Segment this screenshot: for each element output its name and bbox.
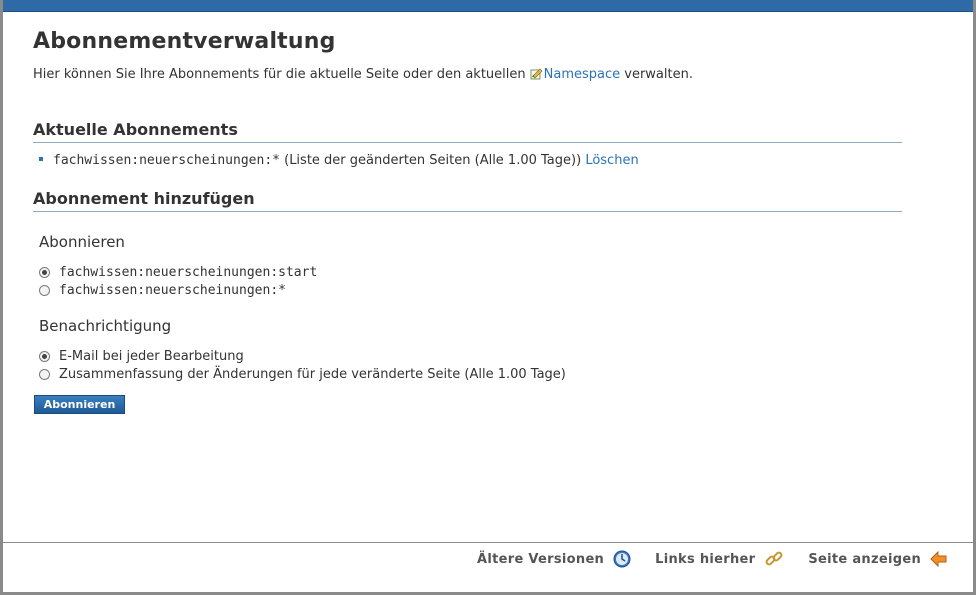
namespace-icon [530,68,543,80]
subscribe-option-start[interactable]: fachwissen:neuerscheinungen:start [39,263,317,281]
page-actions: Ältere Versionen Links hierher Seite anz… [453,549,948,569]
option-label: fachwissen:neuerscheinungen:start [59,264,318,280]
chain-link-icon [765,551,783,566]
radio-button-selected[interactable] [39,350,50,362]
notify-option-digest[interactable]: Zusammenfassung der Änderungen für jede … [39,365,566,383]
backlinks-link[interactable]: Links hierher [655,549,784,569]
main-content: Abonnementverwaltung Hier können Sie Ihr… [33,29,902,414]
bullet-icon [39,157,43,161]
intro-paragraph: Hier können Sie Ihre Abonnements für die… [33,67,902,82]
current-subscriptions-heading: Aktuelle Abonnements [33,120,902,143]
option-label: Zusammenfassung der Änderungen für jede … [59,366,566,382]
show-page-label: Seite anzeigen [808,551,921,567]
subscribe-legend: Abonnieren [39,233,125,251]
subscription-description: (Liste der geänderten Seiten (Alle 1.00 … [279,153,582,168]
intro-suffix: verwalten. [620,67,693,82]
show-page-link[interactable]: Seite anzeigen [808,550,948,568]
old-revisions-label: Ältere Versionen [476,551,605,567]
option-label: E-Mail bei jeder Bearbeitung [59,348,244,364]
footer-divider [3,542,973,543]
subscribe-option-namespace[interactable]: fachwissen:neuerscheinungen:* [39,281,317,299]
page-title: Abonnementverwaltung [33,29,336,54]
notify-option-every-edit[interactable]: E-Mail bei jeder Bearbeitung [39,347,566,365]
radio-button[interactable] [39,284,50,296]
radio-button[interactable] [39,368,50,380]
intro-text: Hier können Sie Ihre Abonnements für die… [33,67,526,82]
option-label: fachwissen:neuerscheinungen:* [59,282,286,298]
subscribe-button[interactable]: Abonnieren [34,395,125,414]
add-subscription-heading: Abonnement hinzufügen [33,189,902,212]
backlinks-label: Links hierher [655,551,756,567]
notification-fieldset: Benachrichtigung E-Mail bei jeder Bearbe… [39,317,566,383]
notification-legend: Benachrichtigung [39,317,172,335]
back-arrow-icon [930,550,947,568]
radio-button-selected[interactable] [39,266,50,278]
current-subscriptions-list: fachwissen:neuerscheinungen:* (Liste der… [39,153,639,168]
old-revisions-link[interactable]: Ältere Versionen [477,550,631,568]
subscribe-fieldset: Abonnieren fachwissen:neuerscheinungen:s… [39,233,317,299]
delete-subscription-link[interactable]: Löschen [585,153,638,168]
list-item: fachwissen:neuerscheinungen:* (Liste der… [39,153,639,168]
subscription-target: fachwissen:neuerscheinungen:* [53,153,280,168]
clock-icon [613,550,631,568]
namespace-link[interactable]: Namespace [544,67,621,82]
